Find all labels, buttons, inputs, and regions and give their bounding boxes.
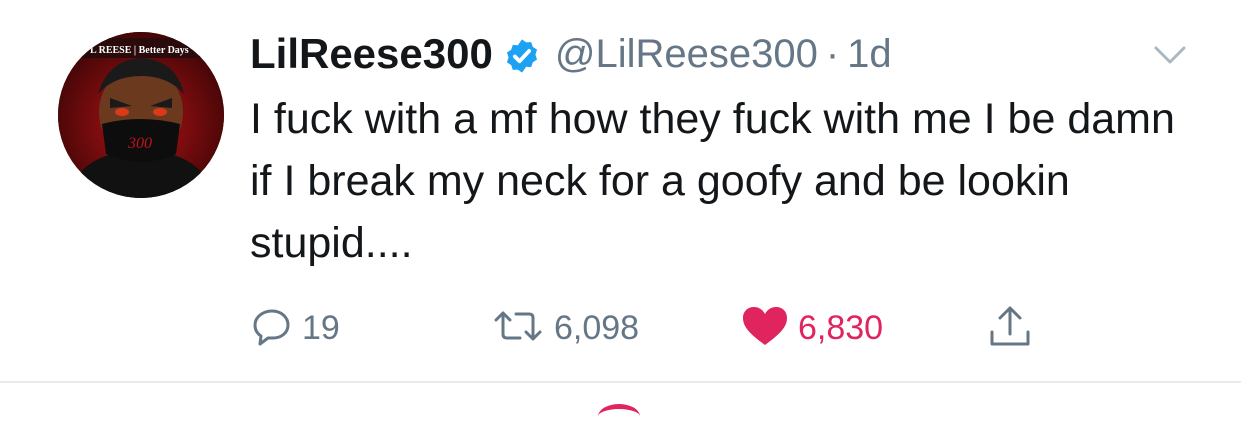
tweet-text: I fuck with a mf how they fuck with me I…	[250, 95, 1175, 267]
timestamp[interactable]: 1d	[847, 32, 892, 77]
action-bar: 19 6,098 6,830	[250, 300, 1070, 356]
share-button[interactable]	[986, 300, 1034, 356]
divider	[0, 381, 1241, 383]
separator-dot: ·	[825, 31, 840, 76]
reply-count: 19	[302, 308, 340, 347]
avatar-mask-text: 300	[127, 135, 152, 152]
like-button[interactable]: 6,830	[740, 300, 883, 356]
user-handle[interactable]: @LilReese300	[555, 32, 818, 77]
retweet-icon	[490, 304, 546, 353]
retweet-button[interactable]: 6,098	[490, 300, 639, 356]
retweet-count: 6,098	[554, 308, 640, 347]
next-item-partial-icon	[598, 404, 640, 429]
tweet: L REESE | Better Days 300 LilReese300 @L…	[0, 0, 1241, 413]
reply-icon	[250, 304, 294, 353]
tweet-header: LilReese300 @LilReese300 · 1d	[250, 24, 892, 84]
heart-icon	[740, 304, 790, 353]
like-count: 6,830	[798, 308, 884, 347]
avatar-image: L REESE | Better Days 300	[58, 32, 224, 198]
verified-badge-icon	[503, 37, 541, 75]
avatar[interactable]: L REESE | Better Days 300	[58, 32, 224, 198]
reply-button[interactable]: 19	[250, 300, 340, 356]
share-icon	[986, 302, 1034, 355]
avatar-banner-text: L REESE | Better Days	[90, 45, 189, 56]
display-name[interactable]: LilReese300	[250, 30, 493, 78]
chevron-down-icon[interactable]	[1150, 40, 1190, 70]
